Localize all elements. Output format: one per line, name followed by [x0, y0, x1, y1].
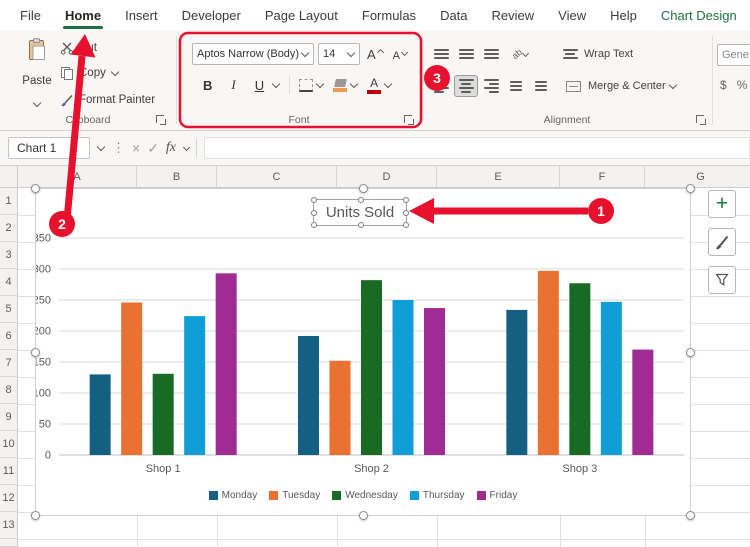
legend-item-tuesday[interactable]: Tuesday — [269, 490, 320, 501]
bar-shop-3-monday[interactable] — [506, 310, 527, 455]
y-axis-tick: 100 — [36, 388, 51, 400]
column-header-f[interactable]: F — [560, 166, 645, 188]
bar-shop-1-monday[interactable] — [90, 374, 111, 455]
chart-resize-handle[interactable] — [686, 511, 695, 520]
row-header-6[interactable]: 6 — [0, 323, 18, 350]
row-header-10[interactable]: 10 — [0, 431, 18, 458]
row-header-4[interactable]: 4 — [0, 269, 18, 296]
bar-shop-3-tuesday[interactable] — [538, 271, 559, 455]
chart-resize-handle[interactable] — [31, 511, 40, 520]
select-all-corner[interactable] — [0, 166, 18, 188]
annotation-step-2-badge: 2 — [49, 211, 75, 237]
title-resize-handle[interactable] — [311, 210, 317, 216]
row-header-1[interactable]: 1 — [0, 188, 18, 215]
x-axis-label: Shop 2 — [354, 463, 389, 475]
annotation-step-3-badge: 3 — [424, 65, 450, 91]
bar-shop-2-tuesday[interactable] — [330, 361, 351, 455]
bar-shop-2-wednesday[interactable] — [361, 280, 382, 455]
legend-swatch — [410, 491, 419, 500]
legend-label: Monday — [222, 490, 258, 501]
chart-resize-handle[interactable] — [686, 184, 695, 193]
plus-icon: + — [716, 193, 728, 214]
row-header-8[interactable]: 8 — [0, 377, 18, 404]
row-header-partial — [0, 539, 18, 547]
bar-chart-plot: 0 50 100 150 200 250 300 350 Shop 1 Shop 2 Shop 3 — [36, 189, 690, 515]
y-axis-tick: 150 — [36, 357, 51, 369]
chart-elements-button[interactable]: + — [708, 190, 736, 218]
excel-window: FileHomeInsertDeveloperPage LayoutFormul… — [0, 0, 750, 547]
chart-resize-handle[interactable] — [686, 348, 695, 357]
legend-swatch — [332, 491, 341, 500]
y-axis-tick: 350 — [36, 233, 51, 245]
bar-shop-3-friday[interactable] — [632, 350, 653, 455]
legend-item-thursday[interactable]: Thursday — [410, 490, 465, 501]
chart-filters-button[interactable] — [708, 266, 736, 294]
bar-shop-2-thursday[interactable] — [393, 300, 414, 455]
title-resize-handle[interactable] — [403, 197, 409, 203]
legend-swatch — [209, 491, 218, 500]
row-header-11[interactable]: 11 — [0, 458, 18, 485]
title-resize-handle[interactable] — [358, 197, 364, 203]
chart-resize-handle[interactable] — [359, 184, 368, 193]
column-header-g[interactable]: G — [645, 166, 750, 188]
chart-resize-handle[interactable] — [31, 184, 40, 193]
title-resize-handle[interactable] — [311, 222, 317, 228]
legend-label: Tuesday — [282, 490, 320, 501]
chart-title-box[interactable]: Units Sold — [313, 199, 407, 226]
bar-shop-1-thursday[interactable] — [184, 316, 205, 455]
row-header-3[interactable]: 3 — [0, 242, 18, 269]
row-header-7[interactable]: 7 — [0, 350, 18, 377]
title-resize-handle[interactable] — [403, 210, 409, 216]
title-resize-handle[interactable] — [358, 222, 364, 228]
chart-title: Units Sold — [326, 204, 394, 221]
title-resize-handle[interactable] — [311, 197, 317, 203]
row-header-2[interactable]: 2 — [0, 215, 18, 242]
x-axis-label: Shop 1 — [146, 463, 181, 475]
legend-label: Wednesday — [345, 490, 398, 501]
column-header-d[interactable]: D — [337, 166, 437, 188]
brush-icon — [714, 234, 730, 250]
x-axis-label: Shop 3 — [562, 463, 597, 475]
column-header-b[interactable]: B — [137, 166, 217, 188]
y-axis-tick: 50 — [39, 419, 51, 431]
bar-shop-1-tuesday[interactable] — [121, 302, 142, 455]
annotation-step-1-badge: 1 — [588, 198, 614, 224]
spreadsheet: 050100150200250300350Shop 1Shop 2Shop 3 … — [0, 0, 750, 547]
chart-resize-handle[interactable] — [31, 348, 40, 357]
legend-item-monday[interactable]: Monday — [209, 490, 258, 501]
column-header-c[interactable]: C — [217, 166, 337, 188]
title-resize-handle[interactable] — [403, 222, 409, 228]
chart-object[interactable]: 050100150200250300350Shop 1Shop 2Shop 3 … — [35, 188, 691, 516]
gridline — [18, 539, 750, 540]
bar-shop-1-wednesday[interactable] — [153, 374, 174, 455]
row-header-9[interactable]: 9 — [0, 404, 18, 431]
y-axis-tick: 200 — [36, 326, 51, 338]
y-axis-tick: 250 — [36, 295, 51, 307]
y-axis-tick: 0 — [45, 450, 51, 462]
bar-shop-3-wednesday[interactable] — [569, 283, 590, 455]
legend-label: Thursday — [423, 490, 465, 501]
y-axis-tick: 300 — [36, 264, 51, 276]
row-header-5[interactable]: 5 — [0, 296, 18, 323]
chart-legend: Monday Tuesday Wednesday Thursday Friday — [36, 490, 690, 501]
legend-swatch — [477, 491, 486, 500]
legend-swatch — [269, 491, 278, 500]
bar-shop-1-friday[interactable] — [216, 273, 237, 455]
legend-item-friday[interactable]: Friday — [477, 490, 518, 501]
bar-shop-2-friday[interactable] — [424, 308, 445, 455]
bar-shop-3-thursday[interactable] — [601, 302, 622, 455]
row-header-13[interactable]: 13 — [0, 512, 18, 539]
column-header-e[interactable]: E — [437, 166, 560, 188]
legend-label: Friday — [490, 490, 518, 501]
chart-styles-button[interactable] — [708, 228, 736, 256]
legend-item-wednesday[interactable]: Wednesday — [332, 490, 398, 501]
funnel-icon — [714, 272, 730, 288]
bar-shop-2-monday[interactable] — [298, 336, 319, 455]
row-header-12[interactable]: 12 — [0, 485, 18, 512]
chart-resize-handle[interactable] — [359, 511, 368, 520]
